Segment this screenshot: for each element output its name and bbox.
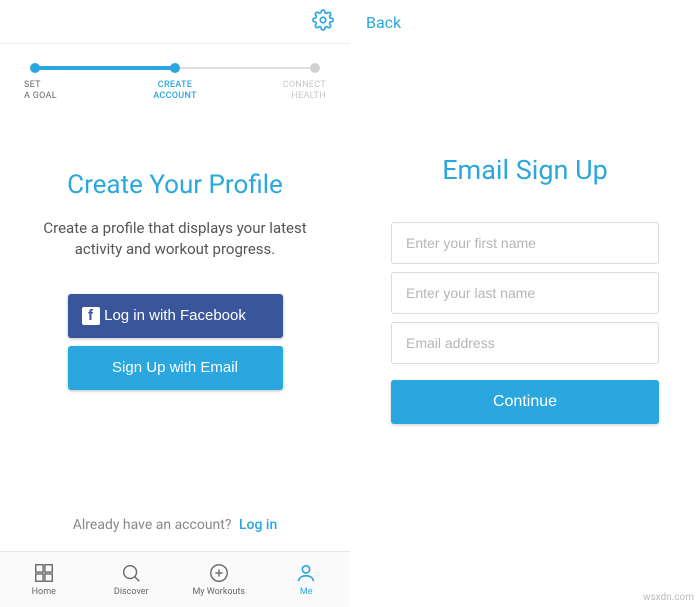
plus-circle-icon <box>208 562 230 584</box>
gear-icon[interactable] <box>312 9 334 35</box>
facebook-icon: f <box>82 307 100 325</box>
step-dot-1 <box>30 63 40 73</box>
step-label-2: CREATE ACCOUNT <box>145 80 205 102</box>
tab-bar: Home Discover My Workouts Me <box>0 551 350 607</box>
tab-discover[interactable]: Discover <box>88 552 176 607</box>
step-dot-2 <box>170 63 180 73</box>
left-topbar <box>0 0 350 44</box>
tab-me[interactable]: Me <box>263 552 351 607</box>
back-link[interactable]: Back <box>366 13 401 32</box>
facebook-button-label: Log in with Facebook <box>104 307 246 324</box>
tab-me-label: Me <box>300 587 313 597</box>
tab-workouts[interactable]: My Workouts <box>175 552 263 607</box>
tab-workouts-label: My Workouts <box>192 587 245 597</box>
page-title: Create Your Profile <box>67 170 283 200</box>
email-signup-button[interactable]: Sign Up with Email <box>68 346 283 390</box>
already-account-row: Already have an account? Log in <box>0 517 350 533</box>
step-label-1: SET A GOAL <box>24 80 84 102</box>
grid-icon <box>33 562 55 584</box>
page-subtitle: Create a profile that displays your late… <box>30 218 320 260</box>
step-label-3: CONNECT HEALTH <box>266 80 326 102</box>
login-link[interactable]: Log in <box>239 517 277 533</box>
continue-button[interactable]: Continue <box>391 380 659 424</box>
tab-discover-label: Discover <box>114 587 149 597</box>
tab-home[interactable]: Home <box>0 552 88 607</box>
search-icon <box>120 562 142 584</box>
facebook-login-button[interactable]: f Log in with Facebook <box>68 294 283 338</box>
first-name-field[interactable] <box>391 222 659 264</box>
tab-home-label: Home <box>32 587 56 597</box>
progress-stepper: SET A GOAL CREATE ACCOUNT CONNECT HEALTH <box>0 44 350 110</box>
email-field[interactable] <box>391 322 659 364</box>
signup-title: Email Sign Up <box>442 154 608 186</box>
already-account-text: Already have an account? <box>73 517 232 533</box>
email-button-label: Sign Up with Email <box>112 359 238 376</box>
right-topbar: Back <box>350 0 700 44</box>
watermark: wsxdn.com <box>643 592 694 603</box>
right-pane: Back Email Sign Up Continue wsxdn.com <box>350 0 700 607</box>
left-pane: SET A GOAL CREATE ACCOUNT CONNECT HEALTH… <box>0 0 350 607</box>
user-icon <box>295 562 317 584</box>
step-dot-3 <box>310 63 320 73</box>
last-name-field[interactable] <box>391 272 659 314</box>
